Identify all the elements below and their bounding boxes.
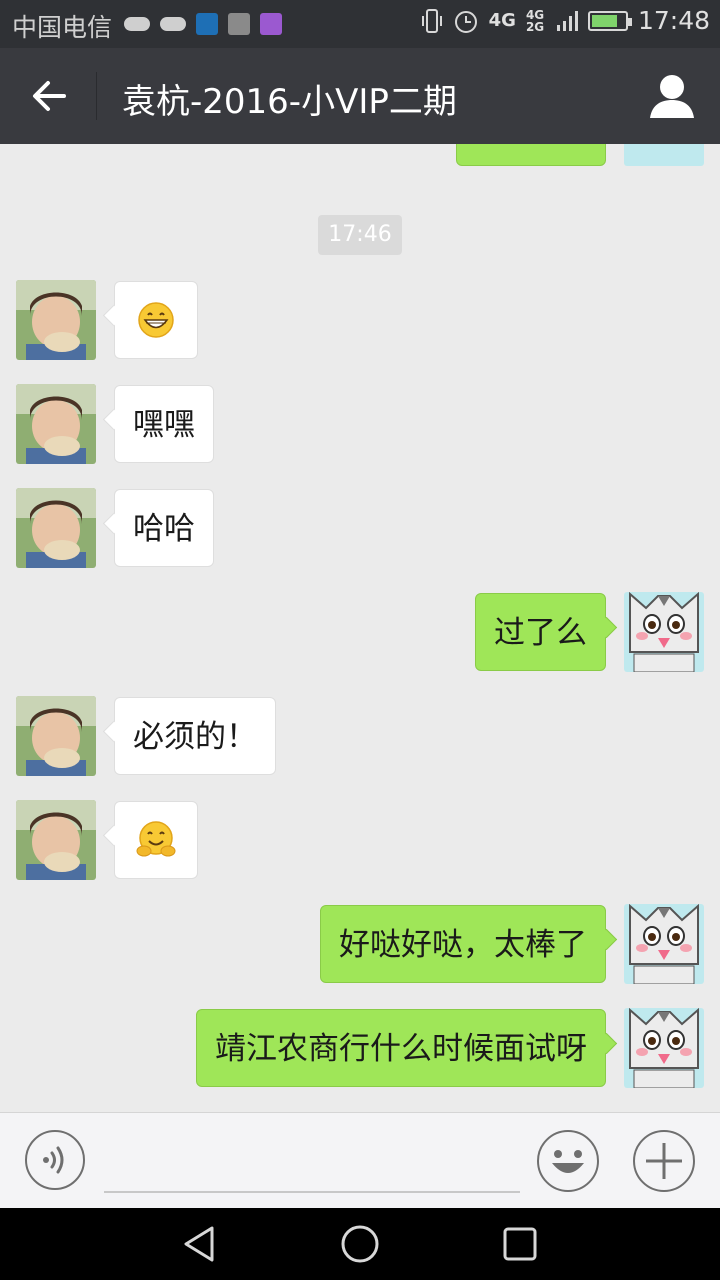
my-avatar[interactable] [624,904,704,984]
nav-home-icon[interactable] [340,1224,380,1264]
status-icons-right: 4G 4G 2G 17:48 [421,6,710,35]
message-bubble-outgoing[interactable] [456,144,606,166]
battery-level [591,14,618,27]
my-avatar[interactable] [624,1008,704,1088]
voice-icon[interactable] [24,1129,86,1191]
carrier-label: 中国电信 [12,13,113,42]
notification-icon [124,17,150,31]
message-bubble-incoming[interactable]: 嘿嘿 [114,385,214,463]
network-secondary-label: 4G 2G [525,7,545,34]
battery-icon [587,10,632,31]
contact-avatar[interactable] [16,488,96,568]
message-input-bar [0,1112,720,1208]
person-icon[interactable] [646,70,698,122]
my-avatar[interactable] [624,592,704,672]
contact-avatar[interactable] [16,384,96,464]
message-input[interactable] [104,1133,524,1191]
message-bubble-outgoing[interactable]: 好哒好哒，太棒了 [320,905,606,983]
plus-icon[interactable] [632,1129,696,1193]
nav-back-icon[interactable] [180,1224,220,1264]
signal-icon [556,10,578,31]
photo-thumbnail-icon [228,13,250,35]
usb-icon [196,13,218,35]
alarm-icon [454,10,477,33]
contact-avatar[interactable] [16,800,96,880]
smiley-icon[interactable] [536,1129,600,1193]
message-list[interactable]: 17:46 嘿嘿 哈哈 过了么 必须的！ 好哒好哒，太棒了 靖江农商行什么时候面… [0,144,720,1112]
grin-emoji-icon [138,302,174,338]
nav-recent-apps-icon[interactable] [500,1224,540,1264]
contact-avatar[interactable] [16,280,96,360]
my-avatar[interactable] [624,144,704,166]
message-bubble-incoming[interactable] [114,281,198,359]
message-bubble-outgoing[interactable]: 过了么 [475,593,606,671]
gallery-icon [260,13,282,35]
chat-title: 袁杭-2016-小VIP二期 [122,82,457,122]
header-divider [96,72,97,120]
vibrate-icon [421,8,442,33]
message-bubble-incoming[interactable]: 哈哈 [114,489,214,567]
input-underline [104,1191,520,1193]
network-type-label: 4G [488,10,516,31]
message-bubble-incoming[interactable] [114,801,198,879]
notification-icons [124,12,282,36]
system-navigation-bar [0,1208,720,1280]
notification-icon [160,17,186,31]
arrow-left-icon[interactable] [22,68,78,124]
status-bar: 中国电信 4G 4G 2G 17:48 [0,0,720,48]
contact-avatar[interactable] [16,696,96,776]
chat-header: 袁杭-2016-小VIP二期 [0,48,720,144]
clock: 17:48 [637,6,710,35]
time-stamp: 17:46 [318,215,402,255]
message-bubble-outgoing[interactable]: 靖江农商行什么时候面试呀 [196,1009,606,1087]
hug-emoji-icon [136,821,176,857]
message-bubble-incoming[interactable]: 必须的！ [114,697,276,775]
